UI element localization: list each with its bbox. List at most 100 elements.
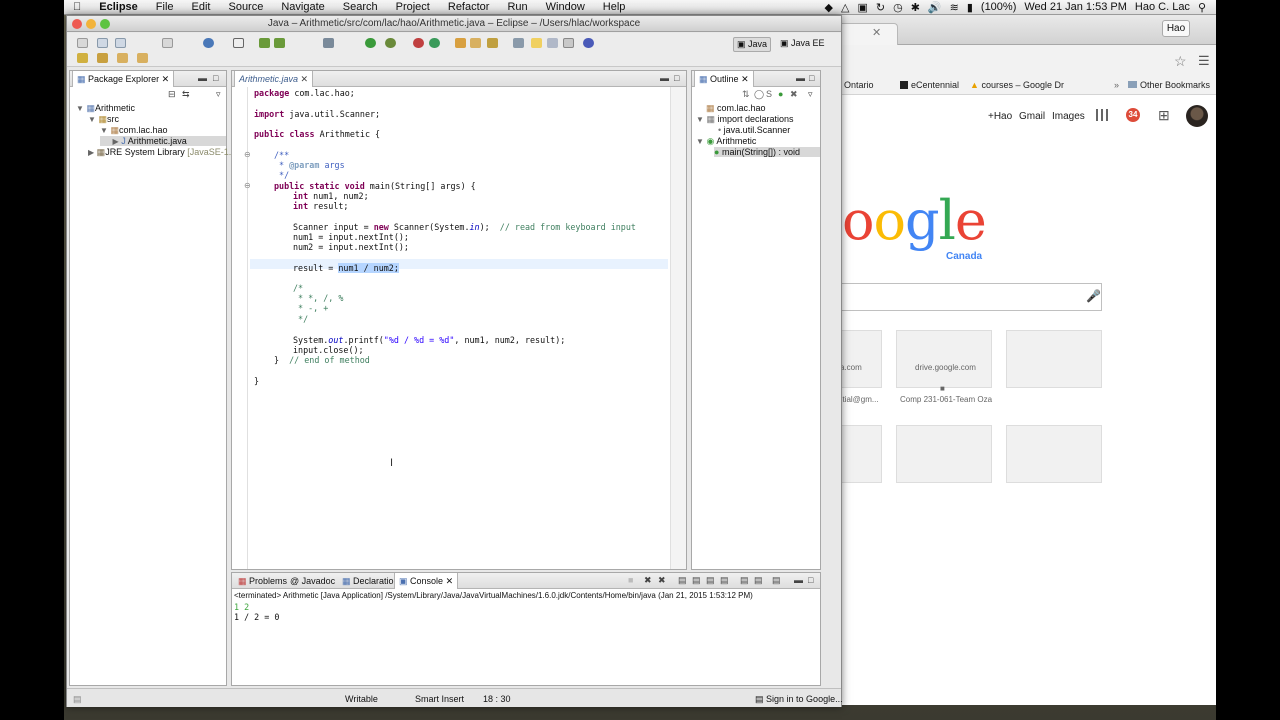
menu-file[interactable]: File [147,1,183,13]
close-icon[interactable]: ✕ [872,26,881,39]
perspective-java[interactable]: ▣ Java [733,37,772,52]
bookmark-courses[interactable]: ▲ courses – Google Dr [970,80,1064,90]
wifi-icon[interactable]: ≋ [950,1,959,14]
images-link[interactable]: Images [1052,111,1085,122]
tree-item-jre[interactable]: ▶ ▦JRE System Library [JavaSE-1.6] [88,147,239,158]
search-icon[interactable] [487,38,498,48]
save-all-icon[interactable] [115,38,126,48]
gmail-link[interactable]: Gmail [1019,111,1045,122]
outline-item-imports[interactable]: ▼ ▦ import declarations [696,114,794,125]
fold-icon[interactable]: ⊖ [244,150,251,159]
bookmark-other[interactable]: Other Bookmarks [1128,80,1210,90]
zoom-window-button[interactable] [100,19,110,29]
menu-help[interactable]: Help [594,1,635,13]
next-annotation-icon[interactable] [77,53,88,63]
close-icon[interactable]: ✕ [741,74,749,84]
most-visited-tile[interactable] [896,330,992,388]
maximize-icon[interactable]: □ [808,575,813,585]
clock[interactable]: Wed 21 Jan 1:53 PM [1024,1,1127,13]
expand-icon[interactable]: ▼ [696,137,704,146]
bookmark-star-icon[interactable]: ☆ [1174,53,1187,70]
outline-item-package[interactable]: ▦ com.lac.hao [706,103,766,114]
perspective-java-ee[interactable]: ▣ Java EE [777,37,828,50]
most-visited-tile[interactable] [896,425,992,483]
hide-nonpublic-icon[interactable]: ● [778,89,783,99]
status-icon[interactable]: ▣ [857,1,867,14]
menu-app-name[interactable]: Eclipse [90,1,147,13]
remove-launch-icon[interactable]: ✖ [644,575,652,586]
minimize-icon[interactable]: ▬ [796,73,805,83]
outline-item-method[interactable]: ● main(String[]) : void [714,147,820,157]
user-menu[interactable]: Hao C. Lac [1135,1,1190,13]
minimize-icon[interactable]: ▬ [660,73,669,83]
scroll-lock-icon[interactable]: ▤ [692,575,701,586]
prev-annotation-icon[interactable] [97,53,108,63]
time-machine-icon[interactable]: ◷ [893,1,903,14]
close-window-button[interactable] [72,19,82,29]
forward-icon[interactable] [137,53,148,63]
show-stderr-icon[interactable]: ▤ [720,575,729,586]
expand-icon[interactable]: ▼ [100,126,108,135]
dropbox-icon[interactable]: ◆ [825,1,833,14]
bluetooth-icon[interactable]: ✱ [911,1,920,14]
expand-icon[interactable]: ▼ [88,115,96,124]
new-class-icon[interactable] [413,38,424,48]
chrome-user-button[interactable]: Hao [1162,20,1190,37]
back-icon[interactable] [117,53,128,63]
terminate-icon[interactable]: ■ [628,575,633,585]
collapse-all-icon[interactable]: ⊟ [168,89,176,100]
microphone-icon[interactable]: 🎤 [1086,289,1101,303]
block-selection-icon[interactable] [547,38,558,48]
maximize-icon[interactable]: □ [809,73,814,83]
most-visited-tile[interactable] [1006,330,1102,388]
bookmarks-overflow-icon[interactable]: » [1114,80,1119,90]
close-icon[interactable]: ✕ [162,74,170,84]
outline-item-class[interactable]: ▼ ◉ Arithmetic [696,136,756,147]
google-plus-link[interactable]: +Hao [988,111,1012,122]
show-stdout-icon[interactable]: ▤ [706,575,715,586]
chrome-tab[interactable] [838,23,898,45]
debug-icon[interactable] [323,38,334,48]
hide-static-icon[interactable]: S [766,89,772,99]
save-icon[interactable] [97,38,108,48]
print-icon[interactable] [162,38,173,48]
expand-icon[interactable]: ▶ [113,137,119,146]
mark-occurrences-icon[interactable] [531,38,542,48]
build-icon[interactable] [259,38,270,48]
tree-item-project[interactable]: ▼ ▦Arithmetic [76,103,135,114]
overview-ruler[interactable] [670,87,686,569]
debug-skip-icon[interactable] [203,38,214,48]
fold-icon[interactable]: ⊖ [244,181,251,190]
notification-badge[interactable]: 34 [1126,108,1140,122]
minimize-icon[interactable]: ▬ [794,575,803,585]
share-plus-icon[interactable]: ⊞ [1158,107,1170,124]
menu-window[interactable]: Window [537,1,594,13]
tab-arithmetic-java[interactable]: Arithmetic.java ✕ [234,71,314,87]
open-resource-icon[interactable] [470,38,481,48]
menu-run[interactable]: Run [498,1,536,13]
run-icon[interactable] [365,38,376,48]
view-menu-icon[interactable]: ▿ [216,89,221,100]
tab-package-explorer[interactable]: ▦ Package Explorer ✕ [72,71,175,87]
menu-navigate[interactable]: Navigate [272,1,333,13]
menu-icon[interactable]: ☰ [1198,53,1210,69]
hide-fields-icon[interactable]: ◯ [754,89,764,100]
open-type-icon[interactable] [455,38,466,48]
expand-icon[interactable]: ▼ [76,104,84,113]
volume-icon[interactable]: 🔊 [928,1,942,14]
link-editor-icon[interactable]: ⇆ [182,89,190,100]
tab-declaration[interactable]: ▦ Declaration [338,573,403,589]
search-input[interactable] [828,283,1102,311]
expand-icon[interactable]: ▶ [88,148,94,157]
sign-in-google[interactable]: ▤ Sign in to Google... [755,694,843,705]
maximize-icon[interactable]: □ [674,73,679,83]
menu-edit[interactable]: Edit [183,1,220,13]
expand-icon[interactable]: ▼ [696,115,704,124]
view-menu-icon[interactable]: ▿ [808,89,813,100]
battery-percent[interactable]: (100%) [981,1,1016,13]
annotation-icon[interactable] [513,38,524,48]
apple-icon[interactable]:  [64,1,90,13]
open-console-icon[interactable]: ▤ [772,575,781,586]
outline-item-import[interactable]: • java.util.Scanner [718,125,790,135]
terminal-icon[interactable] [233,38,244,48]
